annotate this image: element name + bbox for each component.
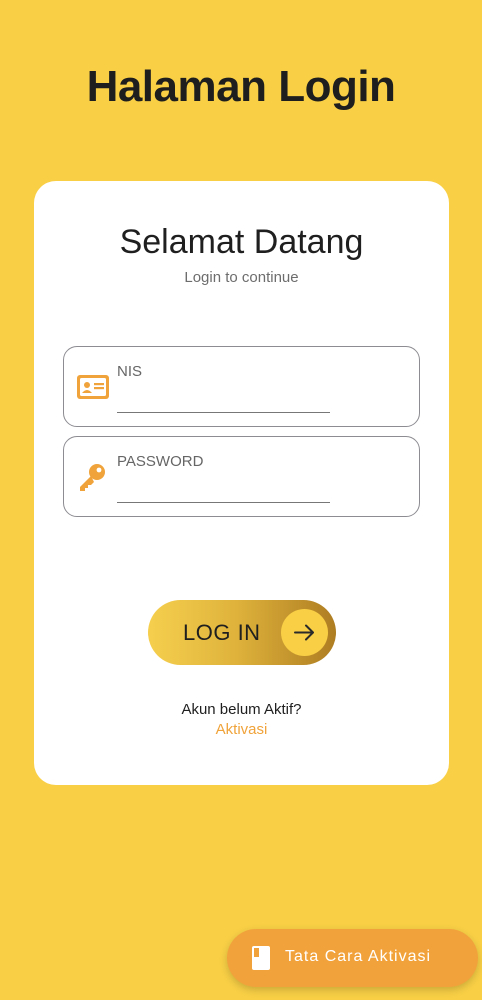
nis-input[interactable] — [117, 385, 330, 413]
nis-field[interactable]: NIS — [63, 346, 420, 427]
login-button-label: LOG IN — [183, 620, 261, 645]
id-card-icon — [76, 371, 110, 403]
welcome-subtitle: Login to continue — [184, 269, 299, 286]
arrow-right-icon — [281, 609, 328, 656]
key-icon — [76, 461, 110, 493]
page-title: Halaman Login — [86, 62, 396, 111]
activation-guide-label: Tata Cara Aktivasi — [285, 948, 432, 965]
welcome-title: Selamat Datang — [119, 223, 364, 261]
login-card: Selamat Datang Login to continue NIS PAS… — [34, 181, 449, 785]
inactive-account-prompt: Akun belum Aktif? — [181, 701, 302, 718]
activation-guide-button[interactable]: Tata Cara Aktivasi — [227, 929, 478, 987]
password-field[interactable]: PASSWORD — [63, 436, 420, 517]
password-input[interactable] — [117, 475, 330, 503]
nis-label: NIS — [117, 363, 143, 380]
book-icon — [251, 945, 271, 976]
password-label: PASSWORD — [117, 453, 204, 470]
login-button[interactable]: LOG IN — [148, 600, 336, 665]
login-page: Halaman Login Selamat Datang Login to co… — [0, 0, 482, 1000]
activation-link[interactable]: Aktivasi — [34, 721, 449, 738]
